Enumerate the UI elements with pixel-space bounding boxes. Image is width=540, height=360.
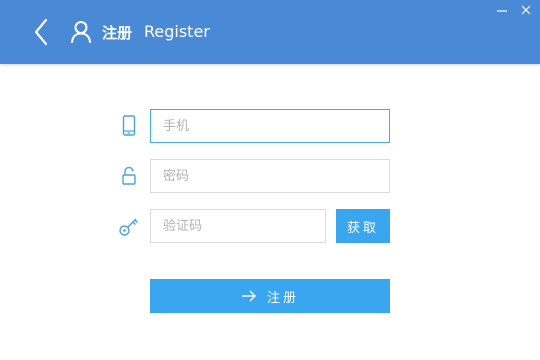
page-subtitle: Register <box>144 22 210 41</box>
close-icon <box>521 5 531 15</box>
password-input[interactable] <box>150 159 390 193</box>
title-bar: 注册 Register <box>0 0 540 64</box>
verification-code-input[interactable] <box>150 209 326 243</box>
minimize-icon <box>497 10 507 12</box>
phone-input[interactable] <box>150 109 390 143</box>
phone-icon <box>122 115 136 136</box>
close-button[interactable] <box>514 0 538 22</box>
back-button[interactable] <box>28 17 56 47</box>
arrow-right-icon <box>241 290 256 302</box>
key-icon <box>119 218 138 236</box>
lock-icon <box>122 166 136 185</box>
page-title: 注册 <box>102 24 133 42</box>
chevron-left-icon <box>34 18 48 46</box>
minimize-button[interactable] <box>490 0 514 22</box>
get-code-button[interactable]: 获取 <box>336 209 390 243</box>
user-icon <box>71 21 91 44</box>
register-button[interactable]: 注册 <box>150 279 390 313</box>
register-button-label: 注册 <box>266 290 299 306</box>
